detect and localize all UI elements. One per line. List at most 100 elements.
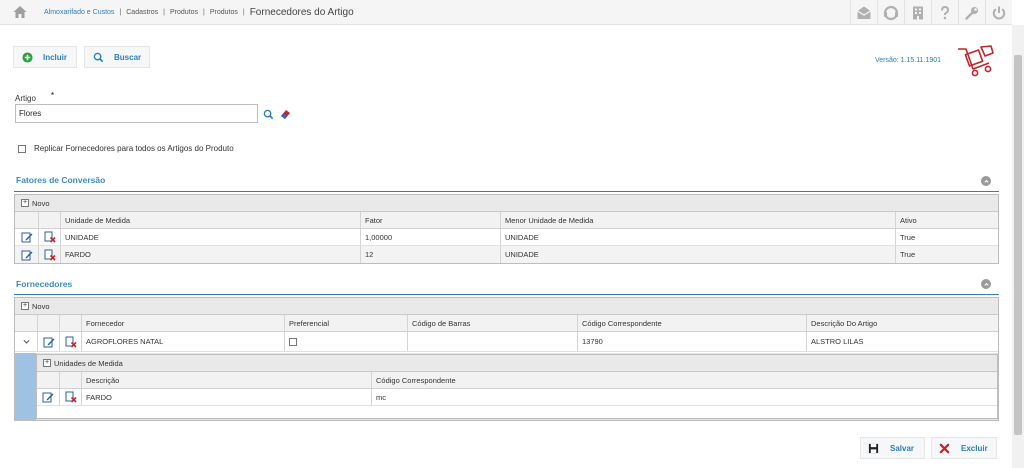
breadcrumb-cadastros[interactable]: Cadastros xyxy=(126,9,158,16)
header-edit-col xyxy=(37,372,59,388)
header-fornecedor[interactable]: Fornecedor xyxy=(81,315,284,331)
header-expand-col xyxy=(15,315,37,331)
fornecedores-section-title: Fornecedores xyxy=(16,279,73,289)
unidades-header-row: Descrição Código Correspondente xyxy=(37,372,997,389)
breadcrumb-produtos-2[interactable]: Produtos xyxy=(210,9,238,16)
excluir-button[interactable]: Excluir xyxy=(931,437,997,459)
buscar-label: Buscar xyxy=(114,52,142,62)
search-icon xyxy=(93,52,104,63)
excluir-label: Excluir xyxy=(961,443,988,453)
breadcrumb-separator: | xyxy=(203,9,205,16)
header-codigo-correspondente[interactable]: Código Correspondente xyxy=(577,315,806,331)
add-icon xyxy=(22,51,33,63)
cell-descricao-artigo: ALSTRO LILAS xyxy=(806,332,998,351)
delete-icon[interactable] xyxy=(59,332,81,351)
delete-icon[interactable] xyxy=(38,229,60,245)
edit-icon[interactable] xyxy=(37,389,59,405)
fatores-collapse-icon[interactable] xyxy=(981,176,991,186)
buscar-button[interactable]: Buscar xyxy=(84,46,150,68)
detail-panel: + Unidades de Medida Descrição Código Co… xyxy=(15,353,998,420)
header-edit-col xyxy=(15,212,38,228)
wrench-icon[interactable] xyxy=(958,0,985,25)
replicar-checkbox[interactable] xyxy=(18,145,26,153)
save-icon xyxy=(868,443,879,453)
cell-codigo-barras xyxy=(407,332,577,351)
fornecedores-grid: + Novo Fornecedor Preferencial Código de… xyxy=(14,297,999,421)
replicar-label: Replicar Fornecedores para todos os Arti… xyxy=(34,144,234,153)
cell-fornecedor: AGROFLORES NATAL xyxy=(81,332,284,351)
incluir-label: Incluir xyxy=(43,52,68,62)
header-codigo-barras[interactable]: Código de Barras xyxy=(407,315,577,331)
breadcrumb-separator: | xyxy=(242,9,245,16)
incluir-button[interactable]: Incluir xyxy=(13,46,77,68)
version-label: Versão: 1.15.11.1901 xyxy=(875,57,942,64)
breadcrumb-produtos[interactable]: Produtos xyxy=(170,9,198,16)
cart-logo-icon xyxy=(958,45,994,77)
fatores-novo-label: Novo xyxy=(32,198,50,208)
cell-descricao: FARDO xyxy=(81,389,371,405)
salvar-button[interactable]: Salvar xyxy=(860,437,925,459)
edit-icon[interactable] xyxy=(15,246,38,263)
fornecedores-novo-button[interactable]: + Novo xyxy=(15,298,998,315)
required-mark: * xyxy=(51,91,55,100)
cell-codigo-correspondente: mc xyxy=(371,389,997,405)
close-icon xyxy=(939,443,950,453)
fornecedores-collapse-icon[interactable] xyxy=(981,279,991,289)
delete-icon[interactable] xyxy=(38,246,60,263)
header-descricao-artigo[interactable]: Descrição Do Artigo xyxy=(806,315,998,331)
header-unidade[interactable]: Unidade de Medida xyxy=(60,212,360,228)
fatores-novo-button[interactable]: + Novo xyxy=(15,195,998,212)
artigo-input[interactable] xyxy=(15,104,258,123)
cell-ativo: True xyxy=(895,246,998,263)
preferencial-checkbox[interactable] xyxy=(289,337,297,346)
fornecedores-novo-label: Novo xyxy=(32,301,50,311)
support-icon[interactable] xyxy=(877,0,904,25)
delete-icon[interactable] xyxy=(59,389,81,405)
chevron-down-icon[interactable] xyxy=(15,332,37,351)
artigo-label: Artigo xyxy=(15,94,36,103)
home-icon[interactable] xyxy=(12,4,28,20)
edit-icon[interactable] xyxy=(15,229,38,245)
header-delete-col xyxy=(59,315,81,331)
top-icon-group xyxy=(850,0,1012,25)
header-fator[interactable]: Fator xyxy=(360,212,500,228)
page-scrollbar[interactable] xyxy=(1012,25,1024,468)
header-codigo-correspondente[interactable]: Código Correspondente xyxy=(371,372,997,388)
header-preferencial[interactable]: Preferencial xyxy=(284,315,407,331)
breadcrumb-almoxarifado[interactable]: Almoxarifado e Custos xyxy=(44,9,114,16)
header-delete-col xyxy=(38,212,60,228)
table-row: FARDO 12 UNIDADE True xyxy=(15,246,998,263)
scrollbar-thumb[interactable] xyxy=(1014,55,1022,435)
header-menor-unidade[interactable]: Menor Unidade de Medida xyxy=(500,212,895,228)
unidades-add-button[interactable]: + Unidades de Medida xyxy=(37,355,997,372)
fornecedores-header-row: Fornecedor Preferencial Código de Barras… xyxy=(15,315,998,332)
edit-icon[interactable] xyxy=(37,332,59,351)
fatores-grid: + Novo Unidade de Medida Fator Menor Uni… xyxy=(14,194,999,264)
search-icon[interactable] xyxy=(263,109,274,120)
inbox-icon[interactable] xyxy=(850,0,877,25)
cell-preferencial xyxy=(284,332,407,351)
table-row: FARDO mc xyxy=(37,389,997,406)
header-delete-col xyxy=(59,372,81,388)
header-edit-col xyxy=(37,315,59,331)
table-row: UNIDADE 1,00000 UNIDADE True xyxy=(15,229,998,246)
breadcrumb-separator: | xyxy=(119,9,122,16)
cell-menor-unidade: UNIDADE xyxy=(500,246,895,263)
building-icon[interactable] xyxy=(904,0,931,25)
unidades-subgrid: + Unidades de Medida Descrição Código Co… xyxy=(36,354,998,419)
fatores-section-title: Fatores de Conversão xyxy=(16,175,106,185)
plus-icon: + xyxy=(21,199,29,207)
cell-codigo-correspondente: 13790 xyxy=(577,332,806,351)
cell-unidade: FARDO xyxy=(60,246,360,263)
breadcrumb-separator: | xyxy=(163,9,165,16)
page-title: Fornecedores do Artigo xyxy=(249,7,354,18)
header-descricao[interactable]: Descrição xyxy=(81,372,371,388)
help-icon[interactable] xyxy=(931,0,958,25)
cell-fator: 12 xyxy=(360,246,500,263)
unidades-title: Unidades de Medida xyxy=(54,358,123,368)
eraser-icon[interactable] xyxy=(279,108,291,120)
fatores-divider xyxy=(14,191,999,192)
header-ativo[interactable]: Ativo xyxy=(895,212,998,228)
power-icon[interactable] xyxy=(985,0,1012,25)
plus-icon: + xyxy=(43,359,51,367)
